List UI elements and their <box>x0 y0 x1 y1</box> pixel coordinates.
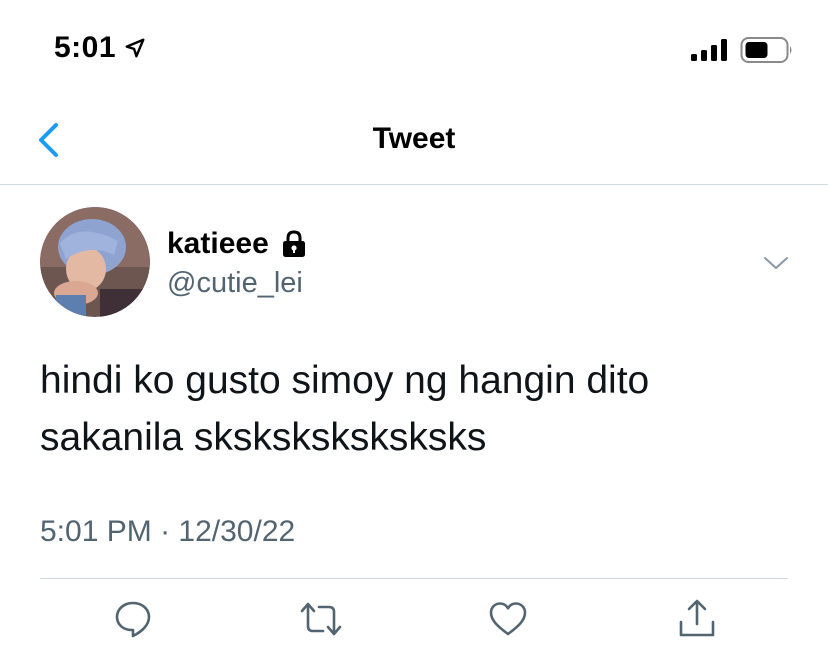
tweet-timestamp: 5:01 PM · 12/30/22 <box>40 515 295 549</box>
tweet-text-line: hindi ko gusto simoy ng hangin dito <box>40 359 650 402</box>
divider <box>40 578 788 579</box>
status-bar: 5:01 <box>0 0 828 100</box>
like-icon[interactable] <box>487 598 529 640</box>
battery-icon <box>740 37 792 63</box>
tweet-date: 12/30/22 <box>178 515 296 548</box>
lock-icon <box>282 230 305 257</box>
status-time-group: 5:01 <box>54 31 146 65</box>
tweet-time: 5:01 PM <box>40 515 152 548</box>
retweet-icon[interactable] <box>300 598 342 640</box>
display-name: katieee <box>167 227 269 260</box>
location-arrow-icon <box>125 38 145 58</box>
share-icon[interactable] <box>676 598 718 640</box>
avatar[interactable] <box>40 207 150 317</box>
meta-separator: · <box>160 515 171 548</box>
chevron-down-icon[interactable] <box>762 249 790 277</box>
signal-icon <box>691 39 727 61</box>
status-time: 5:01 <box>54 31 117 64</box>
tweet-text-line: sakanila sksksksksksksks <box>40 416 487 459</box>
user-handle[interactable]: @cutie_lei <box>167 267 303 300</box>
tweet-text: hindi ko gusto simoy ng hangin dito saka… <box>40 352 790 466</box>
reply-icon[interactable] <box>112 598 154 640</box>
tweet-header: katieee @cutie_lei <box>40 207 790 317</box>
display-name-row[interactable]: katieee <box>167 227 309 261</box>
action-bar <box>0 598 828 648</box>
nav-bar: Tweet <box>0 100 828 185</box>
page-title: Tweet <box>372 122 456 155</box>
